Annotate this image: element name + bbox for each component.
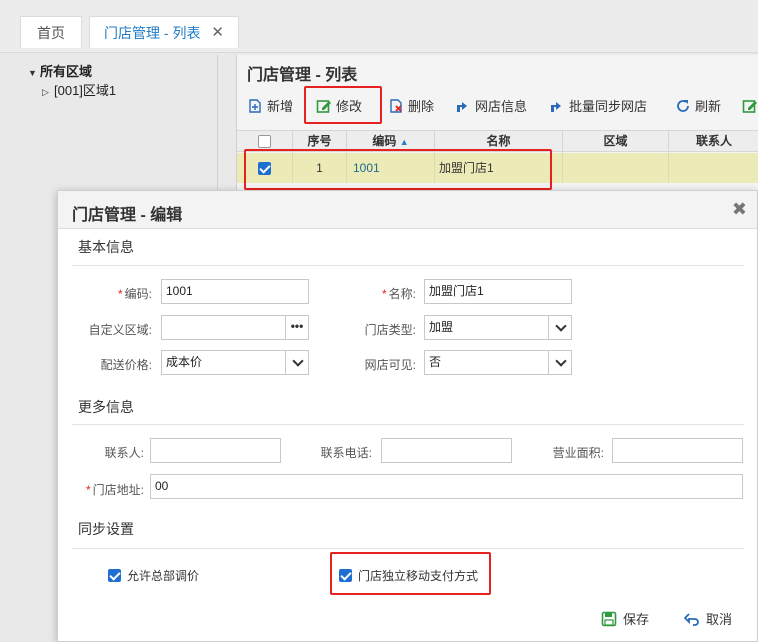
col-code-label: 编码 [372, 134, 397, 148]
edit-icon [742, 100, 757, 113]
tab-store-list-label: 门店管理 - 列表 [104, 25, 201, 41]
name-label: * 名称: [338, 285, 416, 302]
web-visible-value: 否 [429, 355, 442, 369]
tree-item-region1[interactable]: ▷ [001]区域1 [42, 80, 116, 99]
save-label: 保存 [623, 612, 650, 627]
section-sync-settings: 同步设置 [78, 521, 134, 537]
col-contact[interactable]: 联系人 [669, 131, 758, 153]
highlight-independent-pay [330, 552, 491, 595]
web-visible-label: 网店可见: [364, 358, 416, 372]
export-button[interactable] [742, 97, 758, 117]
store-type-value: 加盟 [429, 320, 454, 334]
save-icon [601, 611, 617, 627]
chevron-down-icon[interactable] [285, 350, 309, 375]
name-field[interactable]: 加盟门店1 [424, 279, 572, 304]
name-label-text: 名称: [388, 287, 416, 301]
custom-region-label: 自定义区域: [88, 323, 152, 337]
edit-dialog: 门店管理 - 编辑 ✖ 基本信息 * 编码: 1001 * 名称: 加盟门店1 自定… [57, 190, 758, 642]
cancel-label: 取消 [706, 612, 733, 627]
refresh-icon [677, 100, 689, 112]
region-tree: ▼ 所有区域 ▷ [001]区域1 [20, 55, 218, 195]
code-label-text: 编码: [124, 287, 152, 301]
caret-down-icon[interactable]: ▼ [28, 68, 40, 78]
address-label: * 门店地址: [68, 481, 144, 498]
section-more-info: 更多信息 [78, 399, 134, 415]
undo-icon [684, 613, 699, 626]
dialog-header: 门店管理 - 编辑 ✖ [58, 191, 757, 229]
phone-field[interactable] [381, 438, 512, 463]
close-icon[interactable]: ✖ [732, 199, 747, 220]
custom-region-field[interactable]: ••• [161, 315, 309, 340]
tree-root-all-regions[interactable]: ▼ 所有区域 [28, 61, 92, 80]
add-label: 新增 [267, 99, 294, 114]
store-type-select[interactable]: 加盟 [424, 315, 572, 340]
divider [72, 265, 744, 266]
code-field[interactable]: 1001 [161, 279, 309, 304]
tab-home[interactable]: 首页 [20, 16, 82, 48]
save-button[interactable]: 保存 [601, 609, 649, 628]
add-button[interactable]: 新增 [247, 97, 293, 117]
webinfo-label: 网店信息 [475, 99, 528, 114]
phone-label: 联系电话: [320, 446, 372, 460]
allow-price-adjust-label: 允许总部调价 [127, 569, 200, 583]
web-visible-select[interactable]: 否 [424, 350, 572, 375]
add-icon [249, 99, 261, 113]
contact-field[interactable] [150, 438, 281, 463]
price-value: 成本价 [166, 355, 203, 369]
price-label: 配送价格: [100, 358, 152, 372]
dialog-title: 门店管理 - 编辑 [72, 207, 183, 224]
allow-price-adjust-option[interactable]: 允许总部调价 [108, 567, 199, 584]
col-region[interactable]: 区域 [563, 131, 669, 153]
batch-sync-button[interactable]: 批量同步网店 [549, 97, 647, 117]
divider [72, 548, 744, 549]
page-title: 门店管理 - 列表 [247, 67, 358, 84]
highlight-selected-row [244, 149, 552, 190]
tab-bar: 首页 门店管理 - 列表 ✕ [0, 0, 758, 53]
caret-right-icon[interactable]: ▷ [42, 87, 54, 98]
share-icon [551, 102, 561, 112]
divider [72, 424, 744, 425]
ellipsis-button[interactable]: ••• [285, 315, 309, 340]
area-label: 营业面积: [552, 446, 604, 460]
tree-item-label: [001]区域1 [54, 83, 117, 98]
delete-label: 删除 [408, 99, 435, 114]
allow-price-adjust-checkbox[interactable] [108, 569, 121, 582]
cell-contact [669, 153, 758, 183]
delete-icon [390, 99, 402, 113]
sort-asc-icon: ▲ [399, 137, 409, 147]
share-icon [457, 102, 467, 112]
required-mark: * [381, 287, 387, 301]
delete-button[interactable]: 删除 [388, 97, 434, 117]
area-field[interactable] [612, 438, 743, 463]
contact-label: 联系人: [104, 446, 144, 460]
required-mark: * [117, 287, 123, 301]
section-basic-info: 基本信息 [78, 239, 134, 255]
select-all-checkbox[interactable] [258, 135, 271, 149]
code-label: * 编码: [78, 285, 152, 302]
required-mark: * [85, 483, 91, 497]
highlight-edit-button [304, 86, 382, 124]
store-type-label: 门店类型: [364, 323, 416, 337]
price-select[interactable]: 成本价 [161, 350, 309, 375]
cell-region [563, 153, 669, 183]
chevron-down-icon[interactable] [548, 315, 572, 340]
tab-store-list[interactable]: 门店管理 - 列表 ✕ [89, 16, 239, 48]
close-icon[interactable]: ✕ [211, 17, 224, 49]
address-label-text: 门店地址: [92, 483, 144, 497]
refresh-button[interactable]: 刷新 [675, 97, 721, 117]
tree-root-label: 所有区域 [40, 64, 93, 79]
batch-sync-label: 批量同步网店 [569, 99, 648, 114]
refresh-label: 刷新 [695, 99, 722, 114]
chevron-down-icon[interactable] [548, 350, 572, 375]
webinfo-button[interactable]: 网店信息 [455, 97, 527, 117]
cancel-button[interactable]: 取消 [684, 609, 732, 628]
address-field[interactable]: 00 [150, 474, 743, 499]
